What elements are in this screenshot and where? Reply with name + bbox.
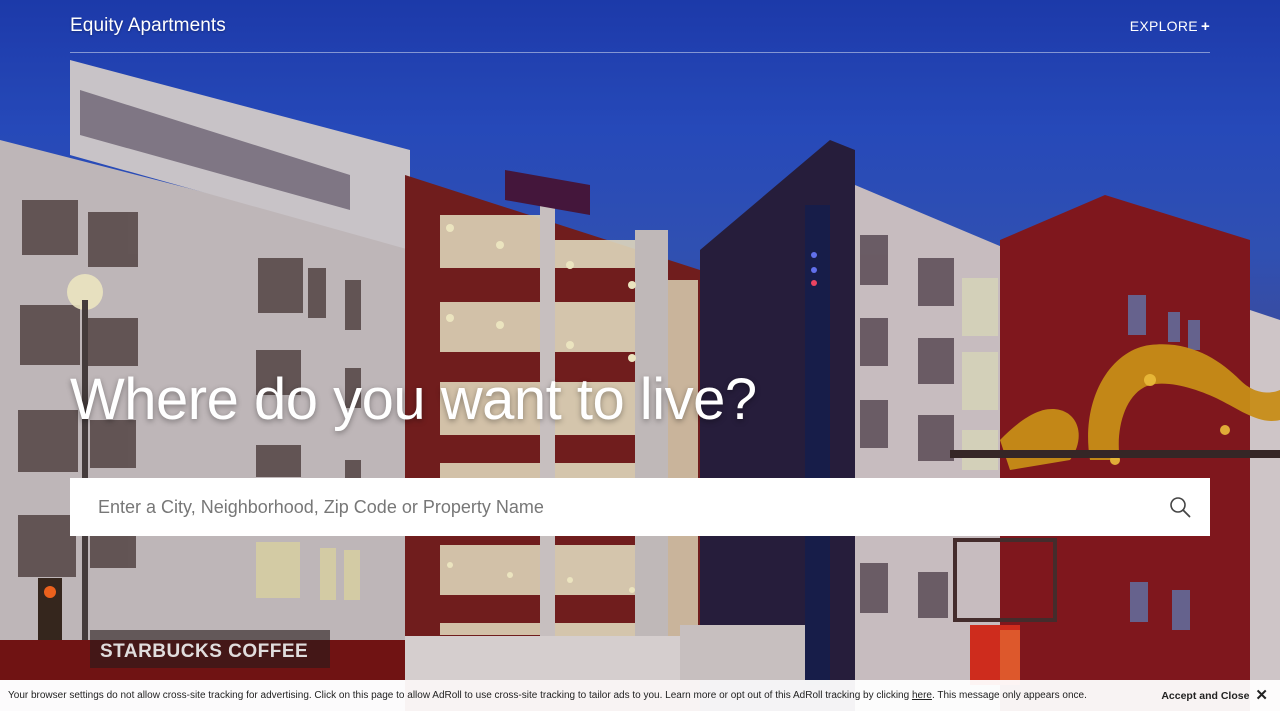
cookie-banner: Your browser settings do not allow cross… bbox=[0, 680, 1280, 711]
search-icon bbox=[1170, 497, 1191, 518]
hero-headline: Where do you want to live? bbox=[70, 367, 757, 432]
search-button[interactable] bbox=[1150, 478, 1210, 536]
brand-logo[interactable]: Equity Apartments bbox=[70, 15, 226, 37]
close-icon: ✕ bbox=[1255, 687, 1268, 704]
search-bar bbox=[70, 478, 1210, 536]
search-input[interactable] bbox=[70, 478, 1150, 536]
explore-menu-button[interactable]: EXPLORE + bbox=[1130, 18, 1210, 35]
top-nav: Equity Apartments EXPLORE + bbox=[70, 0, 1210, 53]
building-photo: STARBUCKS COFFEE bbox=[0, 0, 1280, 711]
opt-out-link[interactable]: here bbox=[912, 690, 932, 701]
accept-label: Accept and Close bbox=[1161, 689, 1250, 702]
cookie-message: Your browser settings do not allow cross… bbox=[8, 690, 1087, 701]
plus-icon: + bbox=[1200, 17, 1210, 35]
accept-and-close-button[interactable]: Accept and Close ✕ bbox=[1161, 688, 1268, 703]
hero-background: STARBUCKS COFFEE bbox=[0, 0, 1280, 711]
cookie-text-before: Your browser settings do not allow cross… bbox=[8, 690, 912, 701]
explore-label: EXPLORE bbox=[1129, 18, 1198, 34]
cookie-text-after: . This message only appears once. bbox=[931, 690, 1087, 701]
